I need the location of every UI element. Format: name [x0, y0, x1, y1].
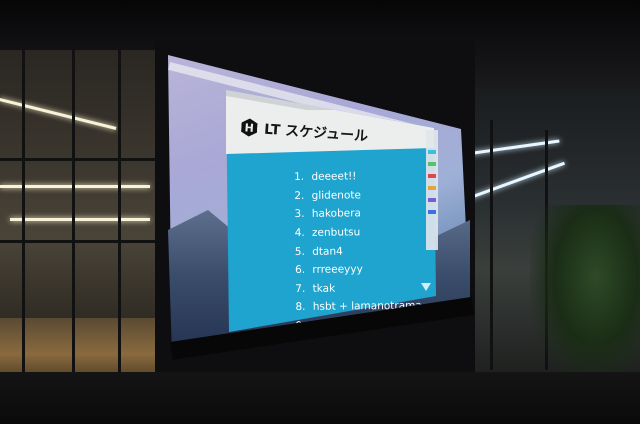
sidebar-chip — [428, 186, 436, 190]
slide-sidebar — [426, 130, 438, 250]
floor — [0, 372, 640, 424]
schedule-item: 3. hakobera — [294, 204, 421, 224]
schedule-item-name: deeeet!! — [308, 170, 357, 184]
hexagon-h-logo-icon: H — [241, 118, 258, 137]
sidebar-chip — [428, 162, 436, 166]
schedule-item-number: 5. — [294, 245, 305, 258]
schedule-item-name: hakobera — [308, 207, 361, 221]
schedule-item: 1. deeeet!! — [294, 167, 421, 187]
schedule-item-number: 2. — [294, 189, 305, 202]
schedule-item: 7. tkak — [295, 278, 422, 298]
sidebar-chip — [428, 150, 436, 154]
photo: H LT スケジュール 1. deeeet!! 2. glidenote 3. ha… — [0, 0, 640, 424]
window-mullion — [0, 158, 165, 161]
window-mullion — [0, 240, 165, 243]
schedule-item-name: dtan4 — [308, 245, 343, 258]
sidebar-chip — [428, 210, 436, 214]
schedule-item-name: zenbutsu — [308, 226, 361, 239]
ceiling-light — [10, 218, 150, 221]
schedule-item-number: 6. — [295, 264, 306, 277]
schedule-item-name: glidenote — [308, 189, 361, 202]
schedule-item: 6. rrreeeyyy — [295, 260, 422, 280]
schedule-item-name: rrreeeyyy — [309, 263, 363, 277]
schedule-item: 2. glidenote — [294, 185, 421, 205]
schedule-item: 4. zenbutsu — [295, 222, 422, 242]
schedule-item-number: 1. — [294, 171, 305, 184]
schedule-item-number: 7. — [295, 282, 306, 295]
logo-letter: H — [244, 120, 255, 135]
window-mullion — [22, 50, 25, 390]
down-arrow-icon[interactable] — [421, 283, 431, 291]
schedule-item: 5. dtan4 — [295, 241, 422, 261]
schedule-item-name: tkak — [309, 282, 336, 295]
schedule-item-number: 4. — [294, 226, 305, 240]
schedule-item-number: 8. — [295, 301, 306, 314]
window-mullion — [118, 50, 121, 390]
sidebar-chip — [428, 198, 436, 202]
window-mullion — [490, 120, 493, 370]
window-mullion — [72, 50, 75, 390]
potted-plant — [530, 205, 640, 385]
schedule-item-number: 3. — [294, 208, 305, 221]
sidebar-chip — [428, 174, 436, 178]
